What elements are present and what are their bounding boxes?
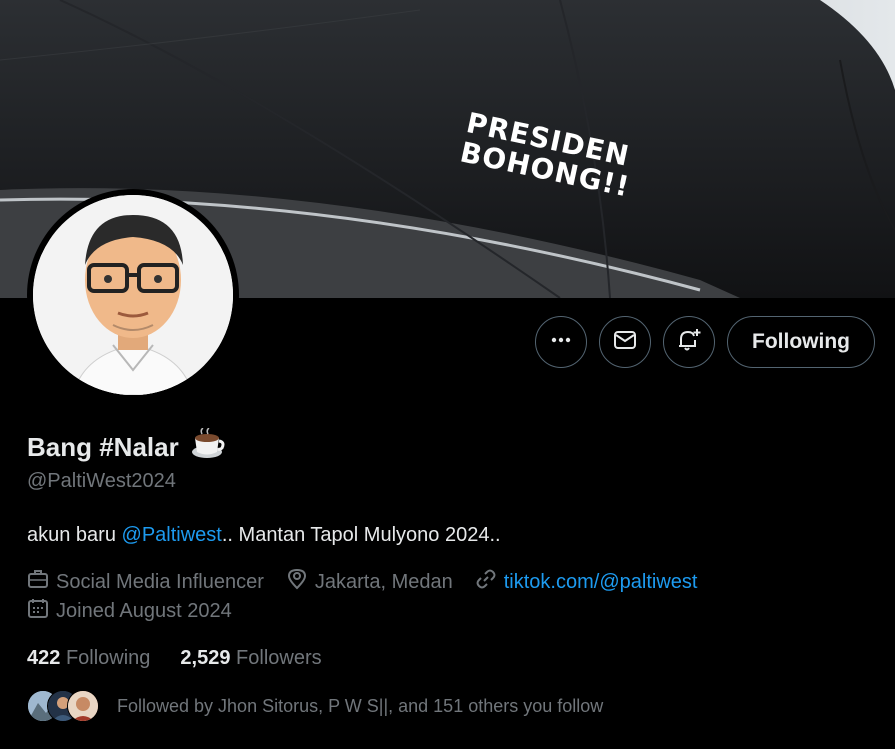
bio-mention-link[interactable]: @Paltiwest	[122, 524, 222, 546]
followed-by-text: Followed by Jhon Sitorus, P W S||, and 1…	[117, 695, 604, 716]
category-text: Social Media Influencer	[56, 570, 264, 593]
location-pin-icon	[286, 568, 308, 596]
joined-row: Joined August 2024	[27, 597, 232, 625]
category-item: Social Media Influencer	[27, 568, 264, 596]
notify-button[interactable]	[663, 316, 716, 368]
more-button[interactable]	[535, 316, 588, 368]
location-item: Jakarta, Medan	[286, 568, 453, 596]
briefcase-icon	[27, 568, 49, 596]
profile-actions: Following	[535, 316, 875, 368]
followed-by[interactable]: Followed by Jhon Sitorus, P W S||, and 1…	[27, 690, 603, 722]
profile-avatar[interactable]	[27, 189, 239, 401]
follow-counts: 422 Following 2,529 Followers	[27, 647, 322, 670]
coffee-cup-icon	[189, 427, 225, 467]
more-icon	[550, 329, 572, 356]
bio-suffix: .. Mantan Tapol Mulyono 2024..	[221, 524, 501, 546]
bio-prefix: akun baru	[27, 524, 122, 546]
calendar-icon	[27, 597, 49, 625]
followers-count-link[interactable]: 2,529 Followers	[180, 647, 321, 670]
followers-label: Followers	[236, 647, 322, 669]
display-name: Bang #Nalar	[27, 427, 225, 467]
following-button[interactable]: Following	[727, 316, 875, 368]
mail-icon	[613, 328, 637, 357]
mini-avatar	[67, 690, 99, 722]
handle: @PaltiWest2024	[27, 470, 176, 492]
message-button[interactable]	[599, 316, 652, 368]
website-link[interactable]: tiktok.com/@paltiwest	[504, 571, 698, 594]
bio: akun baru @Paltiwest.. Mantan Tapol Muly…	[27, 524, 501, 547]
following-count: 422	[27, 647, 61, 669]
followed-by-avatars	[27, 690, 99, 722]
link-icon	[475, 568, 497, 596]
avatar-image	[33, 195, 233, 395]
following-count-link[interactable]: 422 Following	[27, 647, 150, 670]
display-name-text: Bang #Nalar	[27, 432, 179, 462]
profile-meta: Social Media Influencer Jakarta, Medan t…	[27, 568, 697, 596]
followers-count: 2,529	[180, 647, 231, 669]
joined-item: Joined August 2024	[27, 597, 232, 625]
location-text: Jakarta, Medan	[314, 570, 453, 593]
website-item: tiktok.com/@paltiwest	[475, 568, 698, 596]
joined-text: Joined August 2024	[56, 599, 232, 622]
following-label: Following	[65, 647, 151, 669]
bell-plus-icon	[676, 327, 702, 358]
